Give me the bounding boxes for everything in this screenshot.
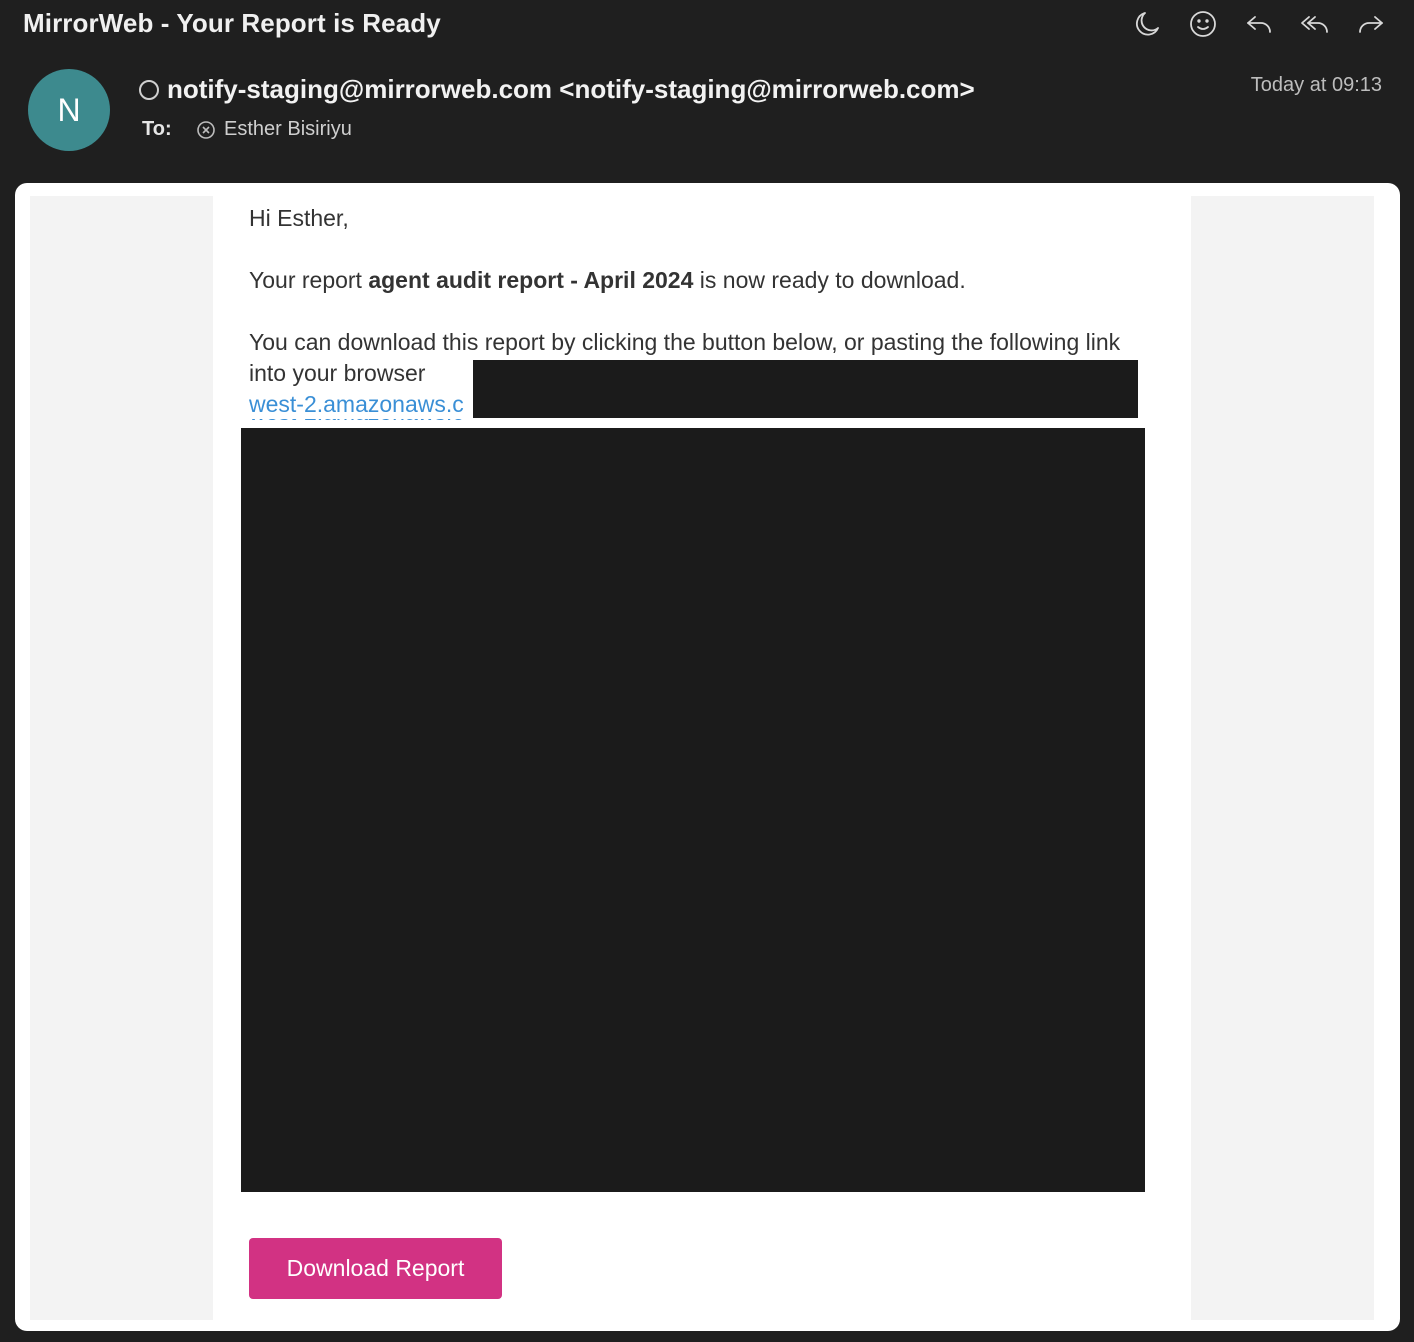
download-link-overflow: west-2.amazonaws.c (249, 419, 1139, 428)
moon-icon[interactable] (1130, 6, 1164, 42)
reply-icon[interactable] (1242, 6, 1276, 42)
smiley-icon[interactable] (1186, 6, 1220, 42)
redaction-block (241, 428, 1145, 1192)
remove-recipient-icon (197, 120, 215, 139)
report-ready-line: Your report agent audit report - April 2… (249, 265, 1139, 296)
download-link[interactable]: west-2.amazonaws.c (249, 391, 464, 417)
report-name: agent audit report - April 2024 (368, 267, 694, 293)
reply-all-icon[interactable] (1298, 6, 1332, 42)
email-margin-left (30, 196, 213, 1320)
line1-suffix: is now ready to download. (693, 267, 966, 293)
message-body: Hi Esther, Your report agent audit repor… (15, 183, 1400, 1331)
recipient-chip[interactable]: Esther Bisiriyu (196, 118, 352, 141)
to-label: To: (142, 118, 172, 140)
to-line: To: Esther Bisiriyu (142, 118, 352, 141)
forward-icon[interactable] (1354, 6, 1388, 42)
email-margin-right (1191, 196, 1374, 1320)
unread-indicator-icon[interactable] (139, 79, 159, 100)
link-overflow-text: west-2.amazonaws.c (249, 419, 1139, 428)
message-toolbar (1130, 6, 1388, 42)
download-report-button[interactable]: Download Report (249, 1238, 502, 1299)
from-line: notify-staging@mirrorweb.com <notify-sta… (139, 74, 975, 105)
sender-avatar: N (28, 69, 110, 151)
email-subject: MirrorWeb - Your Report is Ready (23, 8, 441, 38)
line1-prefix: Your report (249, 267, 369, 293)
recipient-name: Esther Bisiriyu (224, 118, 352, 140)
redaction-block (473, 360, 1138, 418)
sender-address[interactable]: notify-staging@mirrorweb.com <notify-sta… (167, 74, 975, 105)
received-date: Today at 09:13 (1250, 74, 1382, 96)
greeting: Hi Esther, (249, 205, 349, 231)
